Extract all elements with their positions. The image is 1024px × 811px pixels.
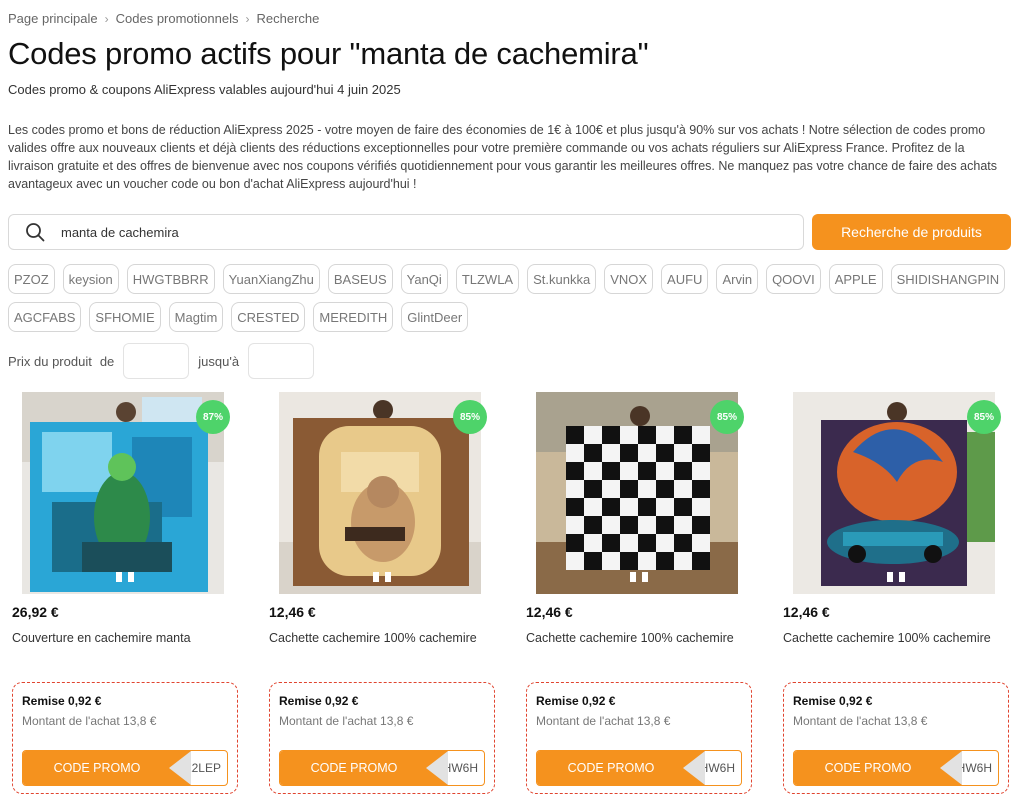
peel-corner-icon <box>169 751 191 785</box>
brand-tag[interactable]: YanQi <box>400 264 448 294</box>
brand-tag[interactable]: SHIDISHANGPIN <box>890 264 1006 294</box>
breadcrumb-home-link[interactable]: Page principale <box>8 11 98 26</box>
brand-tag[interactable]: VNOX <box>604 264 654 294</box>
coupon-box: Remise 0,92 € Montant de l'achat 13,8 € … <box>783 682 1009 794</box>
price-from-label: de <box>99 353 115 369</box>
coupon-discount: Remise 0,92 € <box>22 694 102 708</box>
brand-tag[interactable]: AUFU <box>661 264 709 294</box>
promo-code-label: CODE PROMO <box>23 751 181 785</box>
product-image[interactable] <box>536 392 738 594</box>
product-price: 12,46 € <box>269 604 316 620</box>
coupon-box: Remise 0,92 € Montant de l'achat 13,8 € … <box>526 682 752 794</box>
breadcrumb-current: Recherche <box>256 11 320 26</box>
promo-code-label: CODE PROMO <box>537 751 695 785</box>
product-price: 12,46 € <box>526 604 573 620</box>
breadcrumb-promo-codes-link[interactable]: Codes promotionnels <box>116 11 239 26</box>
page-subtitle: Codes promo & coupons AliExpress valable… <box>8 82 401 97</box>
price-to-label: jusqu'à <box>198 353 240 369</box>
coupon-min-purchase: Montant de l'achat 13,8 € <box>279 714 414 728</box>
price-filter-label: Prix du produit <box>8 353 92 369</box>
price-filter: Prix du produit de jusqu'à <box>8 343 315 379</box>
brand-tag[interactable]: keysion <box>62 264 119 294</box>
search-bar <box>8 214 804 250</box>
product-name[interactable]: Cachette cachemire 100% cachemire <box>269 631 477 645</box>
coupon-box: Remise 0,92 € Montant de l'achat 13,8 € … <box>12 682 238 794</box>
discount-percent-badge: 87% <box>196 400 230 434</box>
promo-code-button[interactable]: YHW6H CODE PROMO <box>536 750 742 786</box>
peel-corner-icon <box>683 751 705 785</box>
coupon-min-purchase: Montant de l'achat 13,8 € <box>536 714 671 728</box>
brand-tag[interactable]: YuanXiangZhu <box>222 264 320 294</box>
brand-tag[interactable]: St.kunkka <box>527 264 597 294</box>
brand-tag[interactable]: BASEUS <box>327 264 393 294</box>
search-icon[interactable] <box>24 221 46 243</box>
brand-tag[interactable]: SFHOMIE <box>89 302 161 332</box>
brand-tag[interactable]: Arvin <box>716 264 759 294</box>
promo-code-button[interactable]: EX2LEP CODE PROMO <box>22 750 228 786</box>
product-name[interactable]: Couverture en cachemire manta <box>12 631 191 645</box>
search-input[interactable] <box>61 224 761 240</box>
brand-tag[interactable]: APPLE <box>828 264 883 294</box>
brand-tag[interactable]: AGCFABS <box>8 302 82 332</box>
brand-tags: PZOZ keysion HWGTBBRR YuanXiangZhu BASEUS Yan… <box>8 264 1018 332</box>
product-price: 12,46 € <box>783 604 830 620</box>
product-image[interactable] <box>279 392 481 594</box>
chevron-right-icon: › <box>104 11 109 26</box>
brand-tag[interactable]: GlintDeer <box>401 302 469 332</box>
discount-percent-badge: 85% <box>967 400 1001 434</box>
peel-corner-icon <box>426 751 448 785</box>
price-to-input[interactable] <box>248 343 315 379</box>
coupon-discount: Remise 0,92 € <box>793 694 873 708</box>
promo-code-button[interactable]: YHW6H CODE PROMO <box>793 750 999 786</box>
product-name[interactable]: Cachette cachemire 100% cachemire <box>526 631 734 645</box>
product-price: 26,92 € <box>12 604 59 620</box>
breadcrumb: Page principale › Codes promotionnels › … <box>8 11 319 26</box>
brand-tag[interactable]: TLZWLA <box>455 264 520 294</box>
product-image[interactable] <box>793 392 995 594</box>
brand-tag[interactable]: MEREDITH <box>313 302 394 332</box>
promo-code-label: CODE PROMO <box>794 751 952 785</box>
page-description: Les codes promo et bons de réduction Ali… <box>8 123 998 191</box>
chevron-right-icon: › <box>245 11 250 26</box>
product-image[interactable] <box>22 392 224 594</box>
discount-percent-badge: 85% <box>710 400 744 434</box>
brand-tag[interactable]: PZOZ <box>8 264 55 294</box>
brand-tag[interactable]: Magtim <box>168 302 224 332</box>
search-products-button[interactable]: Recherche de produits <box>812 214 1011 250</box>
promo-code-label: CODE PROMO <box>280 751 438 785</box>
coupon-discount: Remise 0,92 € <box>279 694 359 708</box>
product-name[interactable]: Cachette cachemire 100% cachemire <box>783 631 991 645</box>
coupon-box: Remise 0,92 € Montant de l'achat 13,8 € … <box>269 682 495 794</box>
promo-code-button[interactable]: YHW6H CODE PROMO <box>279 750 485 786</box>
coupon-discount: Remise 0,92 € <box>536 694 616 708</box>
discount-percent-badge: 85% <box>453 400 487 434</box>
coupon-min-purchase: Montant de l'achat 13,8 € <box>793 714 928 728</box>
coupon-min-purchase: Montant de l'achat 13,8 € <box>22 714 157 728</box>
brand-tag[interactable]: CRESTED <box>231 302 306 332</box>
brand-tag[interactable]: HWGTBBRR <box>126 264 215 294</box>
brand-tag[interactable]: QOOVI <box>766 264 821 294</box>
price-from-input[interactable] <box>123 343 190 379</box>
peel-corner-icon <box>940 751 962 785</box>
page-title: Codes promo actifs pour "manta de cachem… <box>8 36 649 71</box>
